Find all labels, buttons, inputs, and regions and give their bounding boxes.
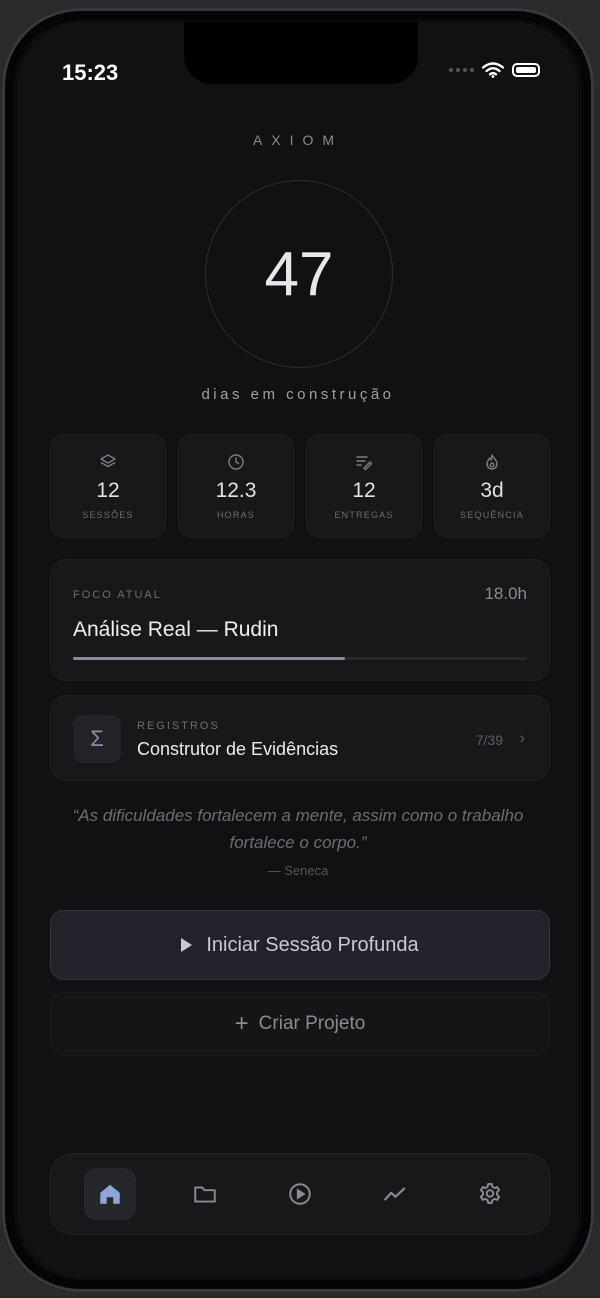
bottom-tab-bar	[50, 1153, 550, 1235]
days-ring: 47	[205, 180, 393, 368]
sigma-icon: Σ	[73, 715, 121, 763]
create-project-button[interactable]: + Criar Projeto	[50, 992, 550, 1056]
stat-value: 12	[96, 479, 120, 502]
folder-icon	[194, 1186, 216, 1203]
play-circle-icon	[289, 1183, 311, 1205]
create-project-label: Criar Projeto	[258, 1013, 366, 1034]
tab-projects[interactable]	[179, 1168, 231, 1220]
brand-title: AXIOM	[252, 132, 344, 148]
records-title: Construtor de Evidências	[137, 739, 339, 759]
focus-hours: 18.0h	[484, 584, 527, 603]
start-deep-session-label: Iniciar Sessão Profunda	[206, 933, 419, 956]
stat-card-streak[interactable]: 3d SEQUÊNCIA	[434, 434, 550, 538]
current-focus-card[interactable]: FOCO ATUAL 18.0h Análise Real — Rudin	[50, 559, 550, 681]
gear-icon	[479, 1183, 501, 1204]
layers-icon	[100, 454, 116, 468]
focus-progress-fill	[73, 657, 346, 660]
list-edit-icon	[356, 456, 373, 471]
stat-label: ENTREGAS	[334, 510, 394, 520]
stat-card-deliveries[interactable]: 12 ENTREGAS	[306, 434, 422, 538]
quote-text: “As dificuldades fortalecem a mente, ass…	[72, 806, 524, 852]
app-screen: 15:23 AXIOM 47 dias em construção 12 SES…	[18, 22, 578, 1278]
play-icon	[181, 938, 193, 952]
records-label: REGISTROS	[137, 720, 220, 732]
stat-label: SEQUÊNCIA	[460, 510, 524, 520]
plus-icon: +	[234, 1010, 249, 1037]
status-icons	[449, 62, 540, 78]
start-deep-session-button[interactable]: Iniciar Sessão Profunda	[50, 910, 550, 980]
stat-label: SESSÕES	[82, 510, 134, 520]
home-icon	[100, 1184, 120, 1204]
clock-icon	[228, 454, 244, 470]
stat-card-sessions[interactable]: 12 SESSÕES	[50, 434, 166, 538]
chevron-right-icon: ›	[519, 730, 525, 747]
focus-progress-bar	[73, 657, 527, 660]
stat-card-hours[interactable]: 12.3 HORAS	[178, 434, 294, 538]
tab-session[interactable]	[274, 1168, 326, 1220]
focus-title: Análise Real — Rudin	[73, 618, 279, 641]
tab-progress[interactable]	[369, 1168, 421, 1220]
stat-value: 3d	[480, 479, 504, 502]
stat-label: HORAS	[216, 510, 255, 520]
days-count: 47	[264, 239, 334, 309]
stat-value: 12.3	[215, 479, 257, 502]
records-card[interactable]: Σ REGISTROS Construtor de Evidências 7/3…	[50, 695, 550, 781]
signal-icon	[449, 68, 474, 72]
focus-label: FOCO ATUAL	[73, 589, 162, 601]
tab-settings[interactable]	[464, 1168, 516, 1220]
wifi-icon	[482, 62, 504, 78]
battery-icon	[512, 63, 540, 77]
stats-row: 12 SESSÕES 12.3 HORAS 12 ENTREGAS 3d SEQ…	[50, 434, 550, 538]
phone-frame: 15:23 AXIOM 47 dias em construção 12 SES…	[2, 8, 594, 1292]
days-caption: dias em construção	[201, 386, 395, 403]
quote-author: — Seneca	[267, 863, 329, 878]
status-time: 15:23	[62, 60, 119, 85]
tab-home[interactable]	[84, 1168, 136, 1220]
records-count: 7/39	[475, 732, 503, 748]
flame-icon	[486, 454, 498, 470]
notch	[184, 22, 418, 84]
trend-icon	[384, 1187, 406, 1201]
stat-value: 12	[352, 479, 376, 502]
